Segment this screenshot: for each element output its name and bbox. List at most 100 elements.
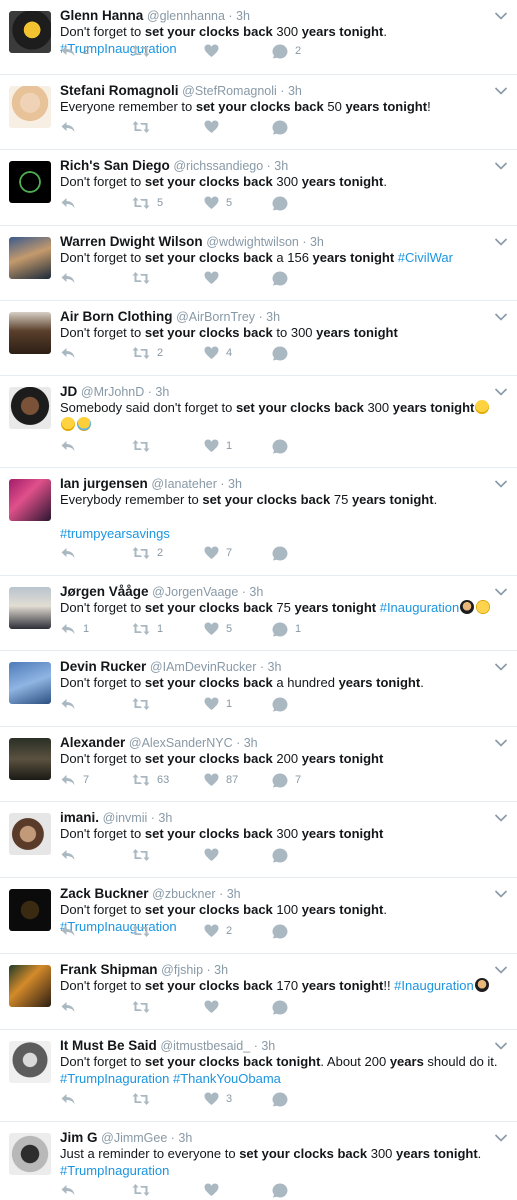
reply-button[interactable]: 1 [60,620,89,638]
reply-button[interactable] [60,1090,83,1108]
hashtag-link[interactable]: #TrumpInaguration [60,1071,169,1086]
timestamp[interactable]: 3h [268,660,282,674]
retweet-button[interactable] [132,437,157,455]
reply-button[interactable] [60,998,83,1016]
like-button[interactable] [204,1181,226,1199]
timestamp[interactable]: 3h [274,159,288,173]
tweet-card[interactable]: Air Born Clothing @AirBornTrey · 3h Don't… [0,301,517,376]
author-name[interactable]: Ian jurgensen [60,476,148,491]
reply-button[interactable] [60,846,83,864]
direct-message-button[interactable] [272,998,295,1016]
timestamp[interactable]: 3h [310,235,324,249]
retweet-button[interactable] [132,42,157,60]
author-handle[interactable]: @invmii [103,811,148,825]
tweet-card[interactable]: Jim G @JimmGee · 3h Just a reminder to ev… [0,1122,517,1200]
timestamp[interactable]: 3h [228,477,242,491]
direct-message-button[interactable] [272,846,295,864]
timestamp[interactable]: 3h [214,963,228,977]
reply-button[interactable] [60,437,83,455]
chevron-down-icon[interactable] [494,1130,508,1142]
reply-button[interactable] [60,544,83,562]
retweet-button[interactable] [132,1090,157,1108]
tweet-card[interactable]: JD @MrJohnD · 3h Somebody said don't forg… [0,376,517,468]
chevron-down-icon[interactable] [494,234,508,246]
timestamp[interactable]: 3h [266,310,280,324]
like-button[interactable] [204,42,226,60]
hashtag-link[interactable]: #trumpyearsavings [60,526,170,541]
tweet-card[interactable]: Ian jurgensen @Ianateher · 3h Everybody r… [0,468,517,576]
author-name[interactable]: Zack Buckner [60,886,149,901]
direct-message-button[interactable] [272,269,295,287]
tweet-card[interactable]: Frank Shipman @fjship · 3h Don't forget t… [0,954,517,1030]
like-button[interactable]: 3 [204,1090,232,1108]
author-name[interactable]: Air Born Clothing [60,309,172,324]
author-name[interactable]: It Must Be Said [60,1038,157,1053]
author-handle[interactable]: @StefRomagnoli [182,84,277,98]
retweet-button[interactable]: 1 [132,620,163,638]
retweet-button[interactable] [132,695,157,713]
author-handle[interactable]: @IAmDevinRucker [150,660,256,674]
author-handle[interactable]: @JimmGee [101,1131,167,1145]
like-button[interactable]: 4 [204,344,232,362]
retweet-button[interactable]: 2 [132,344,163,362]
chevron-down-icon[interactable] [494,476,508,488]
tweet-card[interactable]: Zack Buckner @zbuckner · 3h Don't forget … [0,878,517,954]
retweet-button[interactable]: 2 [132,544,163,562]
tweet-card[interactable]: Glenn Hanna @glennhanna · 3h Don't forget… [0,0,517,75]
author-handle[interactable]: @AirBornTrey [176,310,255,324]
tweet-card[interactable]: Stefani Romagnoli @StefRomagnoli · 3h Eve… [0,75,517,150]
chevron-down-icon[interactable] [494,158,508,170]
chevron-down-icon[interactable] [494,584,508,596]
reply-button[interactable] [60,695,83,713]
chevron-down-icon[interactable] [494,886,508,898]
avatar[interactable] [9,965,51,1007]
hashtag-link[interactable]: #Inauguration [380,600,460,615]
author-name[interactable]: JD [60,384,77,399]
reply-button[interactable] [60,269,83,287]
avatar[interactable] [9,738,51,780]
author-name[interactable]: Devin Rucker [60,659,146,674]
author-handle[interactable]: @glennhanna [147,9,225,23]
like-button[interactable] [204,118,226,136]
like-button[interactable]: 5 [204,194,232,212]
avatar[interactable] [9,1041,51,1083]
tweet-card[interactable]: It Must Be Said @itmustbesaid_ · 3h Don't… [0,1030,517,1122]
direct-message-button[interactable] [272,544,295,562]
hashtag-link[interactable]: #TrumpInaguration [60,1163,169,1178]
avatar[interactable] [9,86,51,128]
retweet-button[interactable] [132,998,157,1016]
reply-button[interactable] [60,118,83,136]
author-handle[interactable]: @JorgenVaage [152,585,238,599]
like-button[interactable]: 5 [204,620,232,638]
hashtag-link[interactable]: #Inauguration [394,978,474,993]
like-button[interactable]: 1 [204,437,232,455]
direct-message-button[interactable] [272,1181,295,1199]
tweet-card[interactable]: Jørgen Vååge @JorgenVaage · 3h Don't forg… [0,576,517,651]
reply-button[interactable]: 7 [60,771,89,789]
direct-message-button[interactable]: 7 [272,771,301,789]
direct-message-button[interactable] [272,437,295,455]
hashtag-link[interactable]: #CivilWar [398,250,453,265]
author-handle[interactable]: @fjship [161,963,203,977]
retweet-button[interactable] [132,1181,157,1199]
like-button[interactable]: 87 [204,771,238,789]
avatar[interactable] [9,662,51,704]
chevron-down-icon[interactable] [494,1038,508,1050]
avatar[interactable] [9,312,51,354]
author-name[interactable]: Glenn Hanna [60,8,143,23]
author-name[interactable]: Jørgen Vååge [60,584,149,599]
author-handle[interactable]: @Ianateher [151,477,217,491]
chevron-down-icon[interactable] [494,8,508,20]
direct-message-button[interactable] [272,194,295,212]
author-name[interactable]: Stefani Romagnoli [60,83,179,98]
like-button[interactable]: 7 [204,544,232,562]
tweet-card[interactable]: Alexander @AlexSanderNYC · 3h Don't forge… [0,727,517,802]
retweet-button[interactable] [132,269,157,287]
retweet-button[interactable]: 63 [132,771,169,789]
avatar[interactable] [9,1133,51,1175]
chevron-down-icon[interactable] [494,309,508,321]
direct-message-button[interactable] [272,695,295,713]
avatar[interactable] [9,161,51,203]
author-handle[interactable]: @itmustbesaid_ [160,1039,250,1053]
author-name[interactable]: Frank Shipman [60,962,158,977]
